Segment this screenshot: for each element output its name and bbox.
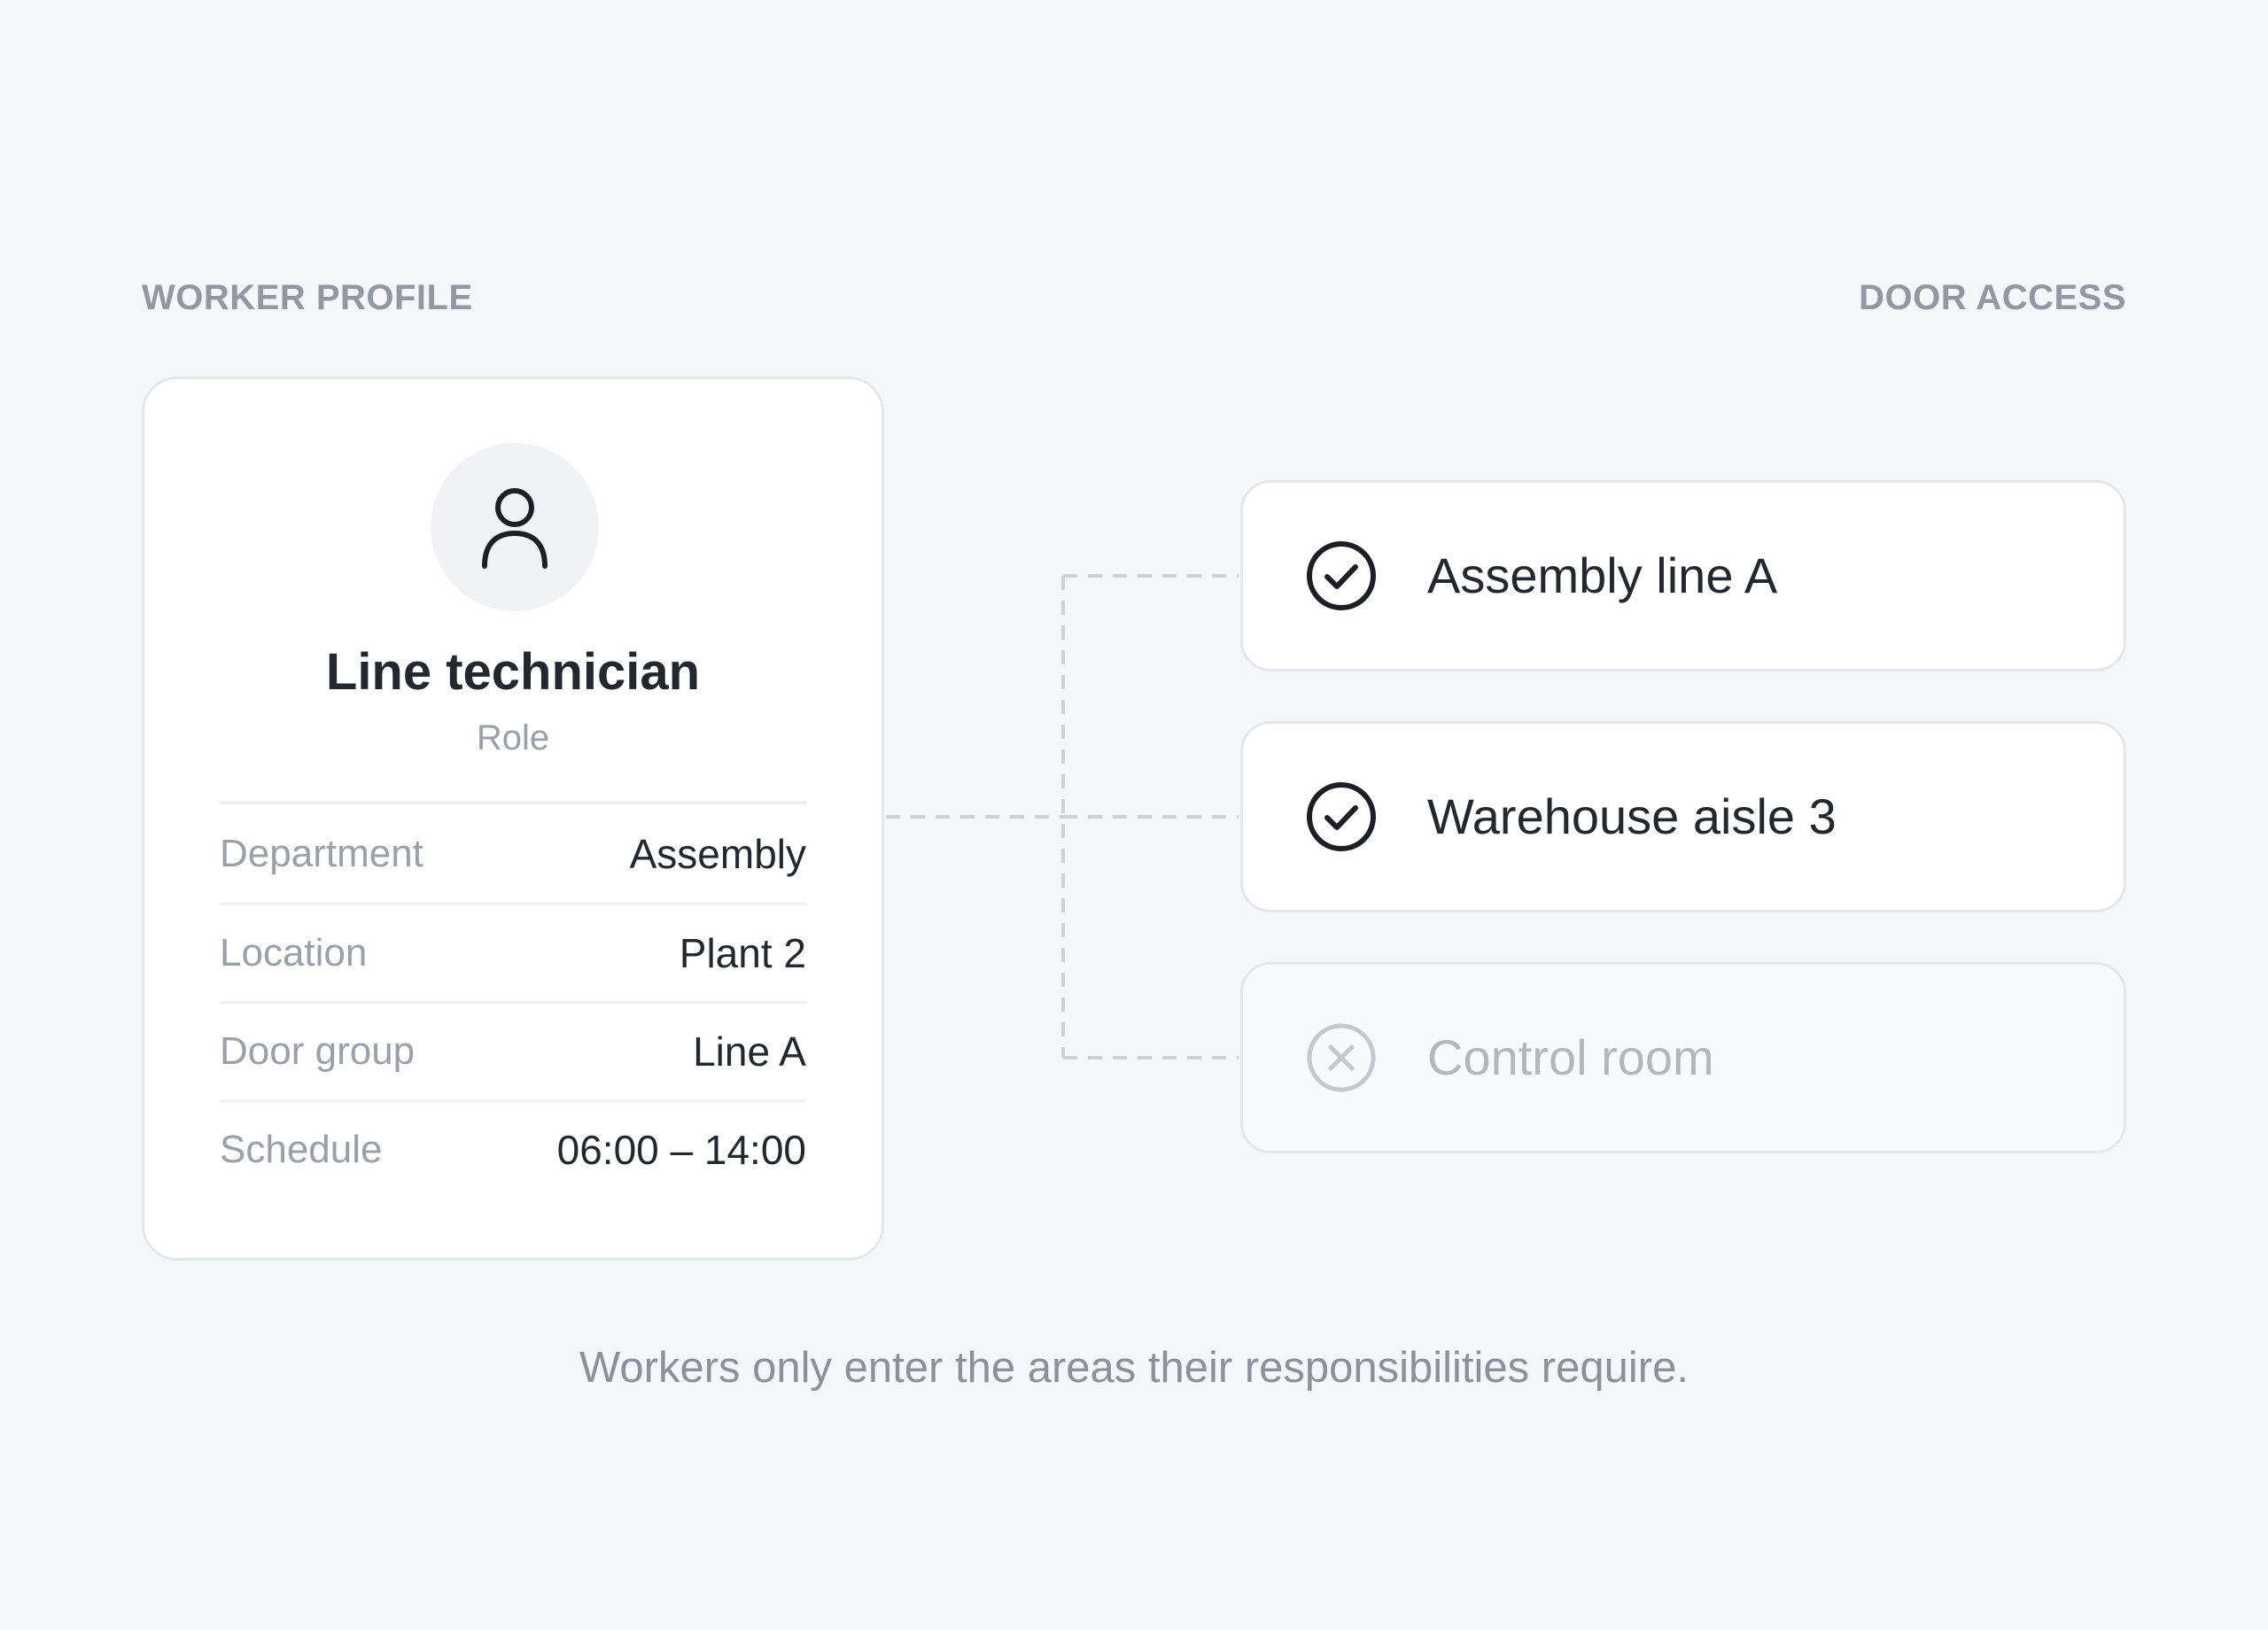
x-circle-icon <box>1307 1023 1376 1092</box>
detail-key: Schedule <box>220 1128 383 1171</box>
detail-list: Department Assembly Location Plant 2 Doo… <box>220 804 806 1198</box>
detail-row-department: Department Assembly <box>220 804 806 903</box>
detail-row-door-group: Door group Line A <box>220 1001 806 1099</box>
door-label: Control room <box>1427 1029 1714 1085</box>
role-title: Line technician <box>325 643 701 701</box>
detail-key: Department <box>220 831 423 875</box>
door-card-warehouse-aisle-3: Warehouse aisle 3 <box>1240 721 2126 912</box>
detail-value: Line A <box>693 1028 806 1075</box>
check-circle-icon <box>1307 782 1376 851</box>
worker-profile-heading: WORKER PROFILE <box>142 278 473 317</box>
detail-value: Assembly <box>629 830 806 877</box>
door-card-control-room: Control room <box>1240 962 2126 1153</box>
caption: Workers only enter the areas their respo… <box>579 1344 1689 1392</box>
avatar <box>431 443 599 611</box>
detail-key: Door group <box>220 1029 416 1073</box>
detail-key: Location <box>220 931 368 974</box>
worker-profile-card: Line technician Role Department Assembly… <box>142 376 884 1261</box>
check-circle-icon <box>1307 541 1376 610</box>
door-label: Assembly line A <box>1427 547 1778 603</box>
role-label: Role <box>476 718 550 757</box>
detail-row-location: Location Plant 2 <box>220 903 806 1001</box>
detail-value: Plant 2 <box>679 930 806 976</box>
detail-value: 06:00 – 14:00 <box>556 1127 806 1173</box>
detail-row-schedule: Schedule 06:00 – 14:00 <box>220 1099 806 1198</box>
door-label: Warehouse aisle 3 <box>1427 788 1837 844</box>
user-icon <box>482 488 548 569</box>
door-access-heading: DOOR ACCESS <box>1859 278 2126 317</box>
door-card-assembly-line-a: Assembly line A <box>1240 480 2126 671</box>
